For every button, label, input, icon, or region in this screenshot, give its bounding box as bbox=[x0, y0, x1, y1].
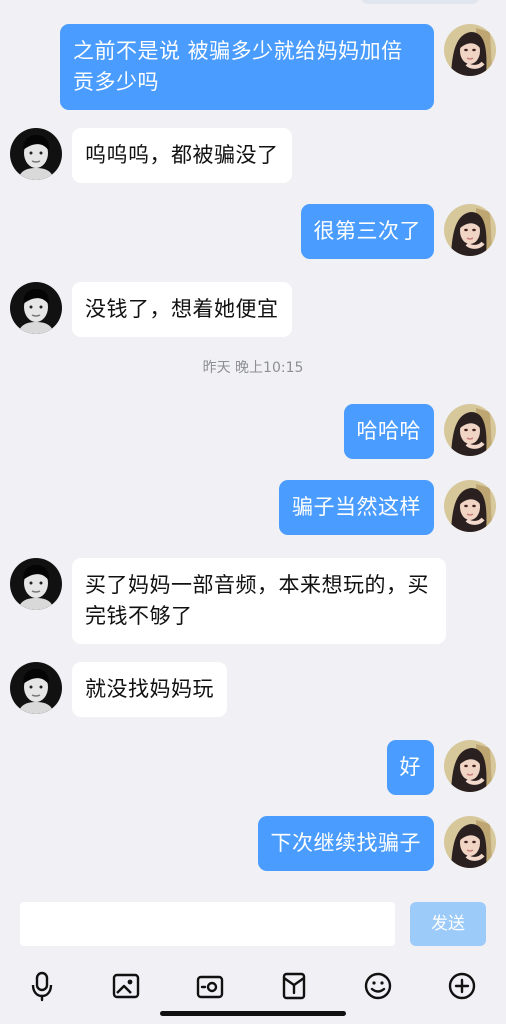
avatar-contact[interactable] bbox=[10, 282, 62, 334]
send-button[interactable]: 发送 bbox=[410, 902, 486, 946]
message-bubble[interactable]: 好 bbox=[386, 740, 434, 795]
message-bubble[interactable]: 就没找妈妈玩 bbox=[72, 662, 227, 717]
emoji-icon bbox=[364, 972, 392, 1000]
avatar-contact[interactable] bbox=[10, 558, 62, 610]
woman-avatar-icon bbox=[444, 404, 496, 456]
microphone-icon bbox=[31, 971, 53, 1002]
avatar-self[interactable] bbox=[444, 404, 496, 456]
man-avatar-icon bbox=[10, 558, 62, 610]
avatar-contact[interactable] bbox=[10, 662, 62, 714]
message-row-incoming: 没钱了，想着她便宜 bbox=[10, 282, 292, 337]
man-avatar-icon bbox=[10, 128, 62, 180]
woman-avatar-icon bbox=[444, 740, 496, 792]
avatar-self[interactable] bbox=[444, 24, 496, 76]
voice-button[interactable] bbox=[22, 966, 62, 1006]
more-button[interactable] bbox=[442, 966, 482, 1006]
message-row-outgoing: 之前不是说 被骗多少就给妈妈加倍贡多少吗 bbox=[60, 24, 496, 110]
message-row-outgoing: 很第三次了 bbox=[300, 204, 496, 259]
emoji-button[interactable] bbox=[358, 966, 398, 1006]
camera-button[interactable] bbox=[190, 966, 230, 1006]
woman-avatar-icon bbox=[444, 480, 496, 532]
message-bubble[interactable]: 很第三次了 bbox=[300, 204, 434, 259]
message-bubble[interactable]: 哈哈哈 bbox=[343, 404, 434, 459]
message-bubble[interactable]: 呜呜呜，都被骗没了 bbox=[72, 128, 292, 183]
message-row-outgoing: 骗子当然这样 bbox=[279, 480, 496, 535]
composer-toolbar bbox=[0, 956, 506, 1024]
message-input[interactable] bbox=[20, 902, 395, 946]
camera-icon bbox=[196, 975, 224, 999]
message-row-outgoing: 哈哈哈 bbox=[343, 404, 496, 459]
message-bubble[interactable]: 下次继续找骗子 bbox=[257, 816, 434, 871]
chat-screen: 之前不是说 被骗多少就给妈妈加倍贡多少吗 呜呜呜，都被骗没了 很第三次了 没钱了… bbox=[0, 0, 506, 1024]
message-bubble[interactable]: 之前不是说 被骗多少就给妈妈加倍贡多少吗 bbox=[60, 24, 434, 110]
avatar-self[interactable] bbox=[444, 816, 496, 868]
message-row-incoming: 买了妈妈一部音频，本来想玩的，买完钱不够了 bbox=[10, 558, 446, 644]
red-packet-button[interactable] bbox=[274, 966, 314, 1006]
avatar-self[interactable] bbox=[444, 740, 496, 792]
message-timestamp: 昨天 晚上10:15 bbox=[202, 360, 304, 376]
message-row-incoming: 呜呜呜，都被骗没了 bbox=[10, 128, 292, 183]
avatar-contact[interactable] bbox=[10, 128, 62, 180]
message-bubble[interactable]: 骗子当然这样 bbox=[279, 480, 434, 535]
woman-avatar-icon bbox=[444, 24, 496, 76]
woman-avatar-icon bbox=[444, 204, 496, 256]
home-indicator[interactable] bbox=[160, 1011, 346, 1016]
message-row-outgoing: 下次继续找骗子 bbox=[257, 816, 496, 871]
message-list[interactable]: 之前不是说 被骗多少就给妈妈加倍贡多少吗 呜呜呜，都被骗没了 很第三次了 没钱了… bbox=[0, 0, 506, 896]
man-avatar-icon bbox=[10, 662, 62, 714]
message-bubble[interactable]: 没钱了，想着她便宜 bbox=[72, 282, 292, 337]
red-packet-icon bbox=[282, 972, 306, 1000]
message-row-outgoing: 好 bbox=[386, 740, 496, 795]
plus-icon bbox=[448, 972, 476, 1000]
avatar-self[interactable] bbox=[444, 480, 496, 532]
image-button[interactable] bbox=[106, 966, 146, 1006]
avatar-self[interactable] bbox=[444, 204, 496, 256]
man-avatar-icon bbox=[10, 282, 62, 334]
message-row-incoming: 就没找妈妈玩 bbox=[10, 662, 227, 717]
woman-avatar-icon bbox=[444, 816, 496, 868]
message-bubble[interactable]: 买了妈妈一部音频，本来想玩的，买完钱不够了 bbox=[72, 558, 446, 644]
image-icon bbox=[112, 973, 140, 999]
composer-bar: 发送 bbox=[0, 892, 506, 956]
